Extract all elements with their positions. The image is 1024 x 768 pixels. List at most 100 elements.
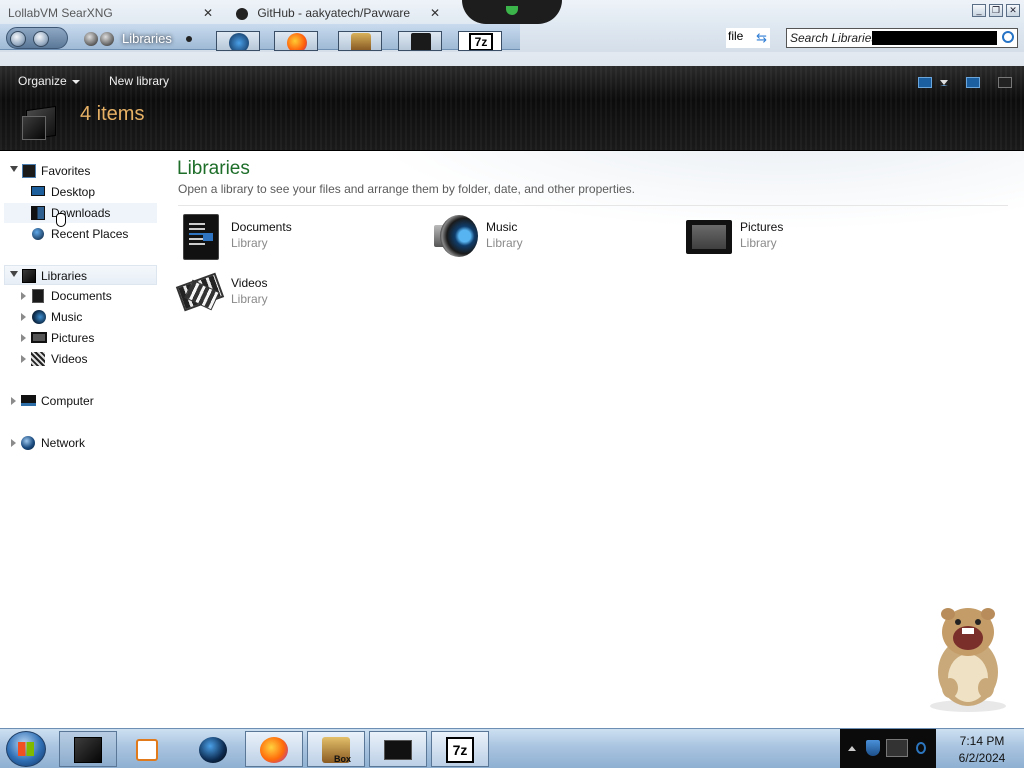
taskbar-thumb-7zip-icon[interactable]: 7z (458, 31, 502, 51)
restore-icon[interactable]: ❐ (989, 4, 1003, 17)
tile-kind: Library (231, 292, 268, 306)
library-tile-documents[interactable]: Documents Library (177, 213, 377, 261)
page-subtitle: Open a library to see your files and arr… (178, 182, 635, 196)
preview-pane-icon[interactable] (966, 77, 980, 89)
collapsed-arrow-icon[interactable] (11, 397, 16, 405)
background-address-bar (0, 52, 1024, 66)
videos-library-icon (175, 269, 225, 315)
security-shield-icon[interactable] (866, 740, 880, 756)
file-menu[interactable]: file ⇆ (726, 28, 770, 48)
system-tray (840, 729, 936, 768)
divider (178, 205, 1008, 206)
taskbar-thumb-browser-icon[interactable] (216, 31, 260, 51)
collapsed-arrow-icon[interactable] (21, 355, 26, 363)
nav-recent-places[interactable]: Recent Places (4, 224, 157, 244)
organize-label: Organize (18, 74, 67, 88)
collapsed-arrow-icon[interactable] (11, 439, 16, 447)
libraries-icon (74, 737, 102, 763)
close-icon[interactable]: ✕ (203, 4, 213, 22)
help-icon[interactable] (998, 77, 1012, 89)
nav-libraries[interactable]: Libraries (4, 265, 157, 285)
search-box[interactable]: Search Libraries (786, 28, 1018, 48)
expanded-arrow-icon[interactable] (10, 271, 18, 277)
nav-videos[interactable]: Videos (4, 349, 157, 369)
music-library-icon (432, 213, 478, 259)
expanded-arrow-icon[interactable] (10, 166, 18, 172)
browser-tab[interactable]: LollabVM SearXNG (8, 4, 113, 22)
forward-icon[interactable] (33, 31, 49, 47)
7zip-icon: 7z (446, 737, 474, 763)
search-input[interactable]: Search Libraries (790, 31, 877, 45)
collapsed-arrow-icon[interactable] (21, 313, 26, 321)
tile-kind: Library (486, 236, 523, 250)
taskbar-browser-button[interactable] (184, 731, 242, 767)
view-dropdown-icon[interactable] (940, 79, 948, 86)
close-icon[interactable]: ✕ (430, 4, 440, 22)
change-view-icon[interactable] (918, 77, 932, 89)
favorites-icon (22, 164, 36, 178)
back-forward-buttons[interactable] (6, 27, 68, 49)
nav-documents[interactable]: Documents (4, 286, 157, 306)
taskbar-thumb-firefox-icon[interactable] (274, 31, 318, 51)
nav-label: Network (41, 436, 86, 450)
show-hidden-icons-icon[interactable] (848, 746, 856, 751)
nav-favorites[interactable]: Favorites (4, 161, 157, 181)
nav-label: Pictures (51, 331, 95, 345)
taskbar-7zip-button[interactable]: 7z (431, 731, 489, 767)
collapsed-arrow-icon[interactable] (21, 292, 26, 300)
nav-pictures[interactable]: Pictures (4, 328, 157, 348)
library-tile-videos[interactable]: Videos Library (175, 269, 377, 317)
nav-computer[interactable]: Computer (4, 391, 157, 411)
box-label: Box (334, 754, 352, 764)
nav-network[interactable]: Network (4, 433, 157, 453)
start-button[interactable] (6, 731, 46, 767)
minimize-icon[interactable]: _ (972, 4, 986, 17)
collapsed-arrow-icon[interactable] (21, 334, 26, 342)
library-tile-pictures[interactable]: Pictures Library (686, 213, 886, 261)
hamster-mascot-icon (926, 602, 1010, 712)
nav-desktop[interactable]: Desktop (4, 182, 157, 202)
command-bar: Organize New library 4 items (0, 66, 1024, 151)
nav-label: Recent Places (51, 227, 129, 241)
libraries-header-icon (22, 102, 60, 142)
documents-library-icon (177, 213, 223, 260)
taskbar: Box 7z 7:14 PM 6/2/2024 (0, 728, 1024, 768)
nav-label: Favorites (41, 164, 91, 178)
new-library-button[interactable]: New library (109, 74, 169, 88)
close-window-icon[interactable]: ✕ (1006, 4, 1020, 17)
tile-name: Videos (231, 276, 268, 290)
nav-downloads[interactable]: Downloads (4, 203, 157, 227)
browser-tab[interactable]: GitHub - aakyatech/Pavware (236, 4, 410, 22)
search-overlay (872, 31, 997, 45)
network-icon (21, 436, 35, 450)
browser-tab-title: GitHub - aakyatech/Pavware (257, 6, 411, 20)
taskbar-monitor-button[interactable] (369, 731, 427, 767)
view-controls (900, 75, 1012, 89)
nav-label: Desktop (51, 185, 96, 199)
taskbar-media-player-button[interactable] (119, 731, 177, 767)
library-tile-music[interactable]: Music Library (432, 213, 632, 261)
taskbar-firefox-button[interactable] (245, 731, 303, 767)
taskbar-box-button[interactable]: Box (307, 731, 365, 767)
nav-music[interactable]: Music (4, 307, 157, 327)
taskbar-thumb-monitor-icon[interactable] (398, 31, 442, 51)
tray-monitor-icon[interactable] (886, 739, 908, 757)
nav-label: Libraries (41, 269, 88, 283)
nav-label: Documents (51, 289, 112, 303)
tile-name: Pictures (740, 220, 784, 234)
tile-name: Documents (231, 220, 292, 234)
back-icon[interactable] (10, 31, 26, 47)
volume-icon[interactable] (916, 742, 926, 754)
tile-kind: Library (231, 236, 268, 250)
libraries-icon (22, 269, 36, 283)
taskbar-thumb-box-icon[interactable] (338, 31, 382, 51)
file-label: file (728, 29, 744, 43)
media-player-icon (136, 739, 158, 761)
address-separator-icon (186, 36, 192, 42)
clock[interactable]: 7:14 PM 6/2/2024 (940, 729, 1024, 768)
taskbar-explorer-button[interactable] (59, 731, 117, 767)
libraries-breadcrumb-icon (82, 30, 118, 48)
monitor-icon (384, 740, 412, 760)
search-icon[interactable] (1002, 31, 1014, 43)
organize-button[interactable]: Organize (18, 74, 80, 88)
